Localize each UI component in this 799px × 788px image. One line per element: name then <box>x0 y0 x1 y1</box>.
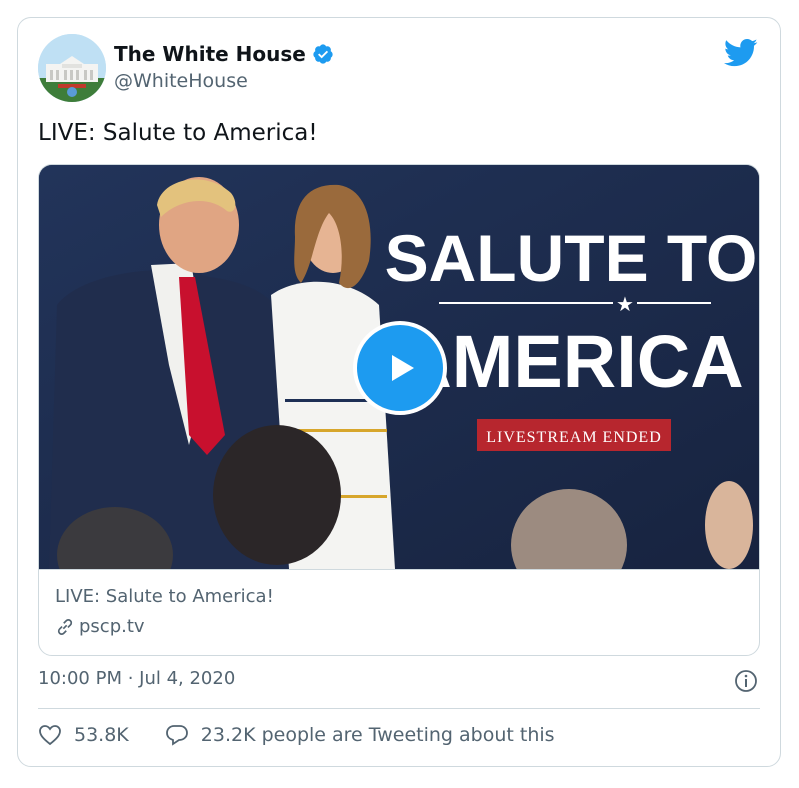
video-thumbnail[interactable]: SALUTE TO ★ AMERICA LIVESTREAM ENDED <box>39 165 759 569</box>
link-card-domain-row: pscp.tv <box>55 616 145 637</box>
account-handle[interactable]: @WhiteHouse <box>114 70 248 92</box>
headline-line-2: AMERICA <box>398 320 743 403</box>
tweet-card[interactable]: The White House @WhiteHouse LIVE: Salute… <box>17 17 781 767</box>
info-icon[interactable] <box>734 669 758 693</box>
verified-badge-icon <box>313 44 333 64</box>
twitter-bird-icon[interactable] <box>724 38 758 68</box>
conversation-text: 23.2K people are Tweeting about this <box>200 724 555 746</box>
like-button[interactable]: 53.8K <box>38 724 129 746</box>
tweet-text: LIVE: Salute to America! <box>38 120 318 146</box>
display-name[interactable]: The White House <box>114 42 306 66</box>
name-row: The White House <box>114 42 334 66</box>
headline-line-1: SALUTE TO <box>385 221 758 295</box>
engagement-bar: 53.8K 23.2K people are Tweeting about th… <box>38 724 555 746</box>
banner-label: LIVESTREAM ENDED <box>486 429 662 446</box>
svg-text:★: ★ <box>616 292 634 316</box>
link-card-meta[interactable]: LIVE: Salute to America! pscp.tv <box>39 569 759 655</box>
comment-icon <box>165 725 188 746</box>
play-button[interactable] <box>353 321 447 415</box>
avatar[interactable] <box>38 34 106 102</box>
play-icon <box>392 355 414 381</box>
link-card[interactable]: SALUTE TO ★ AMERICA LIVESTREAM ENDED LIV… <box>38 164 760 656</box>
heart-icon <box>39 725 61 746</box>
tweet-timestamp[interactable]: 10:00 PM · Jul 4, 2020 <box>38 668 235 689</box>
link-card-domain: pscp.tv <box>79 616 145 637</box>
divider <box>38 708 760 709</box>
conversation-button[interactable]: 23.2K people are Tweeting about this <box>165 724 555 746</box>
link-card-title: LIVE: Salute to America! <box>55 586 274 607</box>
link-icon <box>57 618 73 635</box>
like-count: 53.8K <box>74 724 129 746</box>
